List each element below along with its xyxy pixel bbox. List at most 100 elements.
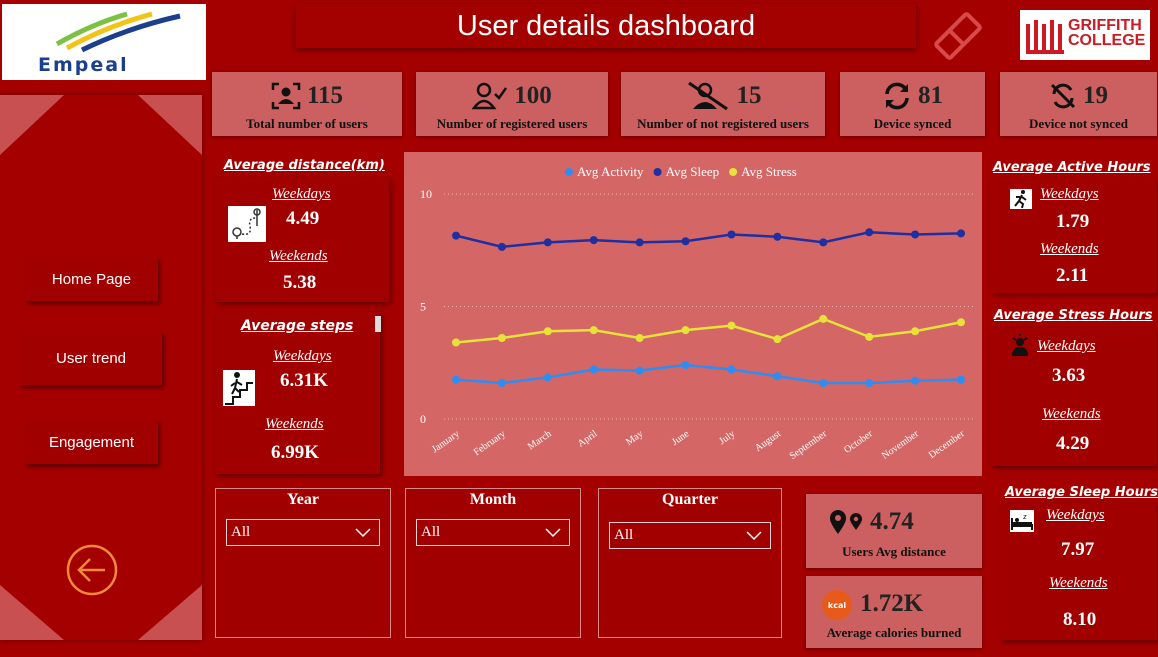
x-tick-label: April xyxy=(576,428,600,449)
active-hours-panel: Weekdays 1.79 Weekends 2.11 xyxy=(992,178,1157,293)
sleep-hours-weekends-value: 8.10 xyxy=(1063,609,1097,630)
weekends-label: Weekends xyxy=(1049,575,1108,591)
slicer-title: Quarter xyxy=(662,491,718,508)
data-point xyxy=(543,327,552,336)
kpi-avg-calories: kcal 1.72K Average calories burned xyxy=(806,576,982,648)
eraser-icon[interactable] xyxy=(928,10,988,62)
chevron-down-icon xyxy=(355,528,371,538)
avg-distance-title: Average distance(km) xyxy=(224,158,385,173)
kpi-total-users: 115 Total number of users xyxy=(212,72,402,136)
sync-off-icon xyxy=(1050,83,1076,109)
scrollbar[interactable] xyxy=(375,316,381,332)
running-icon xyxy=(1010,189,1032,209)
x-tick-label: September xyxy=(788,428,830,462)
empeal-logo-text: Empeal xyxy=(38,54,129,76)
kpi-label: Total number of users xyxy=(246,116,368,131)
data-point xyxy=(911,327,920,336)
data-point xyxy=(957,375,965,384)
x-tick-label: July xyxy=(717,428,737,447)
x-tick-label: February xyxy=(472,428,508,458)
slicer-quarter: Quarter All xyxy=(598,488,782,638)
sidebar-item-label: User trend xyxy=(55,349,127,367)
x-tick-label: May xyxy=(624,428,645,448)
kpi-value: 15 xyxy=(736,82,762,109)
avg-calories-value: 1.72K xyxy=(860,590,924,617)
year-dropdown[interactable]: All xyxy=(226,519,380,546)
chevron-down-icon xyxy=(746,531,762,541)
stress-hours-weekdays-value: 3.63 xyxy=(1052,365,1086,386)
kpi-device-not-synced: 19 Device not synced xyxy=(1000,72,1157,136)
data-point xyxy=(819,314,828,323)
month-dropdown[interactable]: All xyxy=(416,519,570,546)
avg-steps-weekends-value: 6.99K xyxy=(271,442,320,463)
weekdays-label: Weekdays xyxy=(1046,507,1105,523)
sleep-hours-weekdays-value: 7.97 xyxy=(1061,539,1095,560)
data-point xyxy=(589,326,598,335)
x-tick-label: June xyxy=(670,428,692,448)
legend-marker xyxy=(565,168,573,176)
data-point xyxy=(452,338,460,347)
data-point xyxy=(589,236,598,245)
active-hours-weekends-value: 2.11 xyxy=(1056,265,1089,286)
kpi-label: Number of not registered users xyxy=(637,116,809,131)
data-point xyxy=(911,230,920,239)
kcal-icon-text: kcal xyxy=(827,600,847,610)
legend-label: Avg Stress xyxy=(741,164,797,179)
bed-sleep-icon: z xyxy=(1010,510,1034,532)
user-off-icon xyxy=(687,81,728,111)
sidebar-item-engagement[interactable]: Engagement xyxy=(25,420,158,464)
location-pin-icon xyxy=(830,510,862,534)
svg-text:z: z xyxy=(1023,513,1027,521)
slicer-title: Year xyxy=(287,491,319,508)
route-icon xyxy=(228,206,266,242)
data-point xyxy=(589,365,598,374)
avg-steps-weekdays-value: 6.31K xyxy=(280,370,329,391)
user-check-icon xyxy=(472,82,508,110)
weekdays-label: Weekdays xyxy=(273,348,332,364)
stress-icon xyxy=(1012,334,1028,356)
slicer-title: Month xyxy=(469,491,517,508)
data-point xyxy=(543,373,552,382)
weekends-label: Weekends xyxy=(1040,241,1099,257)
stairs-icon xyxy=(223,370,255,406)
dropdown-value: All xyxy=(421,524,441,540)
series-line xyxy=(455,363,962,385)
sidebar-item-user-trend[interactable]: User trend xyxy=(20,331,162,385)
data-point xyxy=(727,230,736,239)
data-point xyxy=(681,326,690,335)
data-point xyxy=(957,229,965,238)
data-point xyxy=(727,365,736,374)
legend-label: Avg Sleep xyxy=(666,164,720,179)
college-text: COLLEGE xyxy=(1068,32,1146,49)
back-arrow-icon[interactable] xyxy=(65,543,119,597)
kpi-device-synced: 81 Device synced xyxy=(840,72,985,136)
sync-icon xyxy=(885,82,909,110)
griffith-text: GRIFFITH xyxy=(1068,17,1142,34)
slicer-month: Month All xyxy=(405,488,581,638)
active-hours-weekdays-value: 1.79 xyxy=(1056,211,1090,232)
kpi-value: 100 xyxy=(514,82,552,109)
sidebar: Home Page User trend Engagement xyxy=(0,95,202,640)
avg-steps-panel: Average steps Weekdays 6.31K Weekends 6.… xyxy=(215,312,381,474)
kpi-registered-users: 100 Number of registered users xyxy=(416,72,608,136)
griffith-college-logo: GRIFFITH COLLEGE xyxy=(1020,10,1150,60)
sidebar-item-label: Home Page xyxy=(51,270,132,288)
avg-distance-weekdays-value: 4.49 xyxy=(286,208,320,229)
data-point xyxy=(543,238,552,247)
x-tick-label: December xyxy=(927,428,968,461)
user-scan-icon xyxy=(271,82,301,110)
data-point xyxy=(957,318,965,327)
kpi-value: 115 xyxy=(306,82,344,109)
weekends-label: Weekends xyxy=(1042,406,1101,422)
kpi-value: 19 xyxy=(1083,82,1108,109)
data-point xyxy=(819,379,828,387)
quarter-dropdown[interactable]: All xyxy=(609,522,771,549)
legend-marker xyxy=(729,168,738,176)
kcal-flame-icon: kcal xyxy=(822,590,852,620)
x-tick-label: August xyxy=(753,428,783,454)
data-point xyxy=(773,335,782,344)
sidebar-item-home-page[interactable]: Home Page xyxy=(25,257,158,301)
weekdays-label: Weekdays xyxy=(272,186,331,202)
data-point xyxy=(773,232,782,241)
data-point xyxy=(773,372,782,381)
